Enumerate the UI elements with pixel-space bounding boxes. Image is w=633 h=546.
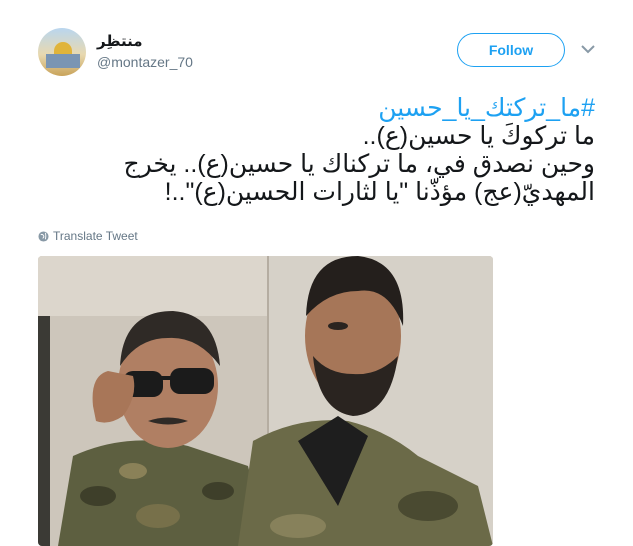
display-name[interactable]: منتظِر bbox=[97, 32, 142, 50]
tweet-photo[interactable] bbox=[38, 256, 493, 546]
tweet-text: #ما_تركتك_يا_حسين ما تركوكَ يا حسين(ع)..… bbox=[35, 94, 595, 206]
avatar-building bbox=[46, 54, 80, 68]
follow-button[interactable]: Follow bbox=[457, 33, 565, 67]
avatar[interactable] bbox=[38, 28, 86, 76]
tweet-line-1: ما تركوكَ يا حسين(ع).. bbox=[362, 122, 595, 150]
tweet-line-2: وحين نصدق في، ما تركناك يا حسين(ع).. يخر… bbox=[123, 150, 595, 178]
globe-icon bbox=[38, 230, 49, 242]
photo-content bbox=[38, 256, 493, 546]
hashtag-link[interactable]: #ما_تركتك_يا_حسين bbox=[35, 94, 595, 122]
avatar-dome bbox=[54, 42, 72, 54]
tweet-line-3: المهديّ(عج) مؤذّنا "يا لثارات الحسين(ع)"… bbox=[164, 178, 595, 206]
user-handle[interactable]: @montazer_70 bbox=[97, 54, 193, 70]
translate-tweet-link[interactable]: Translate Tweet bbox=[38, 229, 138, 243]
translate-label: Translate Tweet bbox=[53, 229, 138, 243]
chevron-down-icon[interactable] bbox=[580, 42, 596, 56]
tweet-card: منتظِر @montazer_70 Follow #ما_تركتك_يا_… bbox=[0, 0, 633, 546]
